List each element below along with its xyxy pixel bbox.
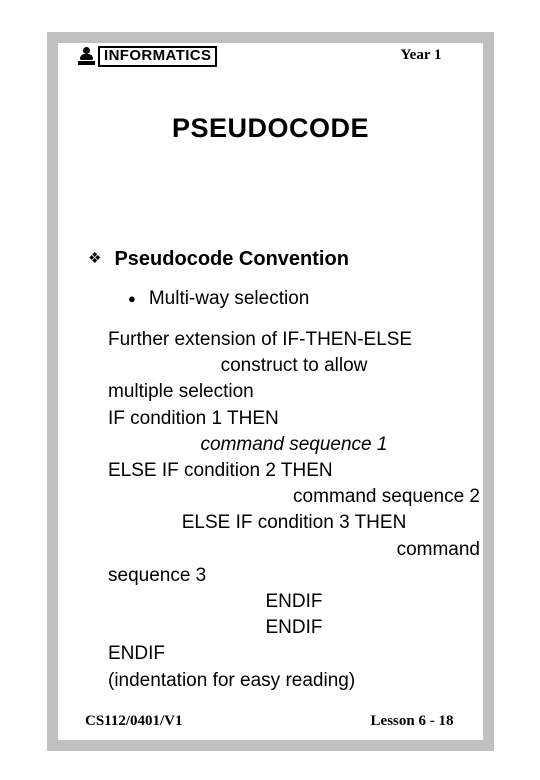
page-title: PSEUDOCODE (171, 113, 370, 143)
pseudocode-line: multiple selection (108, 381, 254, 403)
pseudocode-line: construct to allow (220, 355, 368, 377)
person-bust-icon (78, 46, 95, 66)
frame-border-left (47, 32, 58, 751)
pseudocode-line: sequence 3 (108, 564, 207, 586)
footer-lesson-label: Lesson 6 - 18 (370, 713, 454, 729)
pseudocode-line: Further extension of IF-THEN-ELSE (108, 329, 413, 350)
dot-bullet-icon: ● (128, 291, 136, 306)
pseudocode-line: ENDIF (265, 617, 323, 639)
slide: INFORMATICS Year 1 PSEUDOCODE ❖ Pseudoco… (0, 0, 540, 780)
bullet-level1-label: Pseudocode Convention (114, 248, 349, 270)
pseudocode-line: IF condition 1 THEN (108, 407, 279, 429)
pseudocode-line: command sequence 1 (200, 433, 388, 455)
bullet-level2: ● Multi-way selection (128, 286, 309, 311)
informatics-logo: INFORMATICS (76, 45, 220, 67)
frame-border-top (47, 32, 494, 43)
year-label: Year 1 (366, 47, 476, 64)
logo-wordmark: INFORMATICS (98, 45, 218, 67)
bullet-level2-label: Multi-way selection (148, 288, 310, 309)
pseudocode-block: Further extension of IF-THEN-ELSE constru… (108, 327, 480, 694)
pseudocode-line: (indentation for easy reading) (108, 669, 356, 691)
frame-border-right (483, 32, 494, 751)
pseudocode-line: ELSE IF condition 2 THEN (108, 460, 333, 482)
pseudocode-line: command (396, 538, 480, 560)
footer-course-code: CS112/0401/V1 (85, 713, 183, 729)
pseudocode-line: command sequence 2 (293, 486, 480, 508)
diamond-bullet-icon: ❖ (88, 250, 102, 267)
pseudocode-line: ENDIF (108, 643, 165, 665)
pseudocode-line: ENDIF (265, 591, 323, 613)
frame-border-bottom (47, 740, 494, 751)
bullet-level1: ❖ Pseudocode Convention (88, 246, 349, 272)
pseudocode-line: ELSE IF condition 3 THEN (181, 512, 407, 534)
